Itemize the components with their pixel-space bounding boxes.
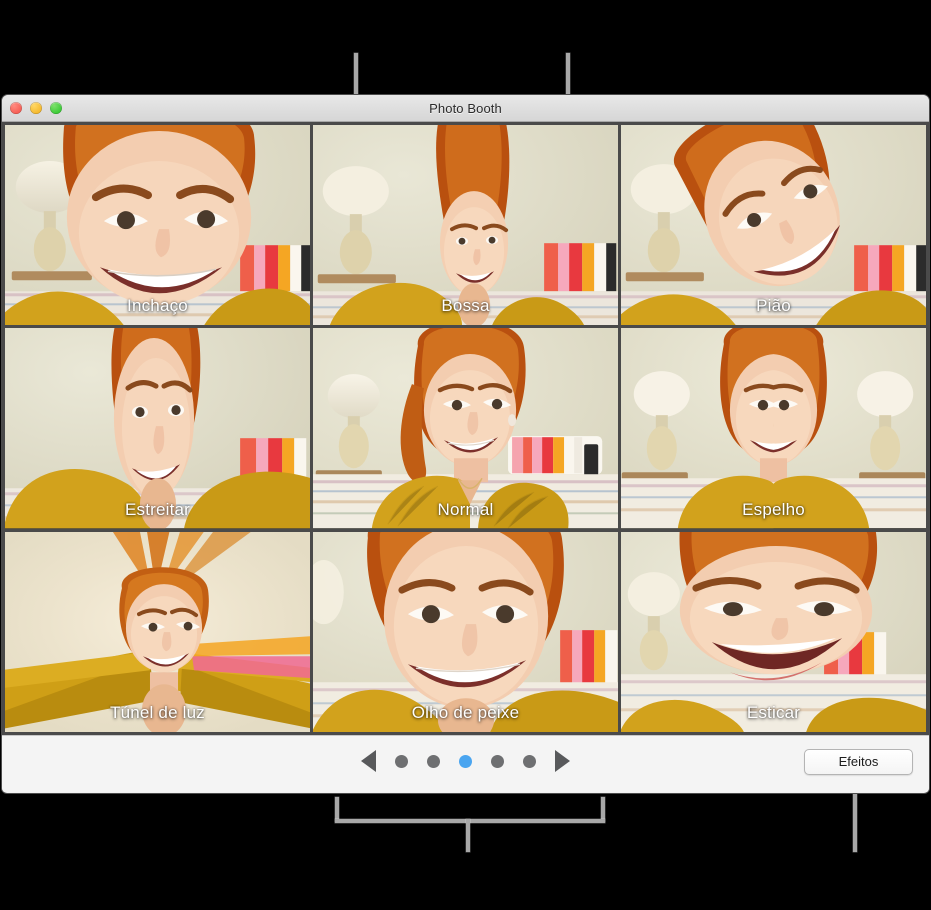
next-page-arrow-icon[interactable] [555,750,570,772]
page-dot-5[interactable] [523,754,536,768]
effect-cell-espelho[interactable]: Espelho [621,328,926,529]
effect-preview-estreitar [5,328,310,529]
effect-cell-inchaco[interactable]: Inchaço [5,125,310,326]
effects-toolbar: Efeitos [2,735,929,792]
previous-page-arrow-icon[interactable] [361,750,376,772]
effect-preview-tunel-de-luz [5,531,310,732]
window-titlebar: Photo Booth [2,95,929,122]
effect-preview-bossa [313,125,618,326]
page-dot-2[interactable] [427,754,440,768]
photo-booth-window: Photo Booth Inchaço Bossa Pião Estreitar… [2,95,929,793]
effects-button[interactable]: Efeitos [804,749,913,775]
callout-bracket-drop [466,819,470,852]
page-dot-4[interactable] [491,754,504,768]
effect-preview-olho-de-peixe [313,531,618,732]
callout-line-effects-button [853,788,857,852]
window-title: Photo Booth [429,101,502,116]
effect-cell-normal[interactable]: Normal [313,328,618,529]
effect-preview-inchaco [5,125,310,326]
effect-preview-normal [313,328,618,529]
effect-cell-piao[interactable]: Pião [621,125,926,326]
effect-preview-piao [621,125,926,326]
page-dot-3-active[interactable] [459,754,472,768]
effect-preview-esticar [621,531,926,732]
effect-cell-olho-de-peixe[interactable]: Olho de peixe [313,531,618,732]
effects-grid: Inchaço Bossa Pião Estreitar Normal Espe… [2,122,929,735]
effect-cell-esticar[interactable]: Esticar [621,531,926,732]
effect-cell-estreitar[interactable]: Estreitar [5,328,310,529]
effect-cell-bossa[interactable]: Bossa [313,125,618,326]
effect-preview-espelho [621,328,926,528]
effect-cell-tunel-de-luz[interactable]: Túnel de luz [5,531,310,732]
page-dot-1[interactable] [395,754,408,768]
effects-pager [2,750,929,772]
callout-bracket-bar [335,819,605,823]
